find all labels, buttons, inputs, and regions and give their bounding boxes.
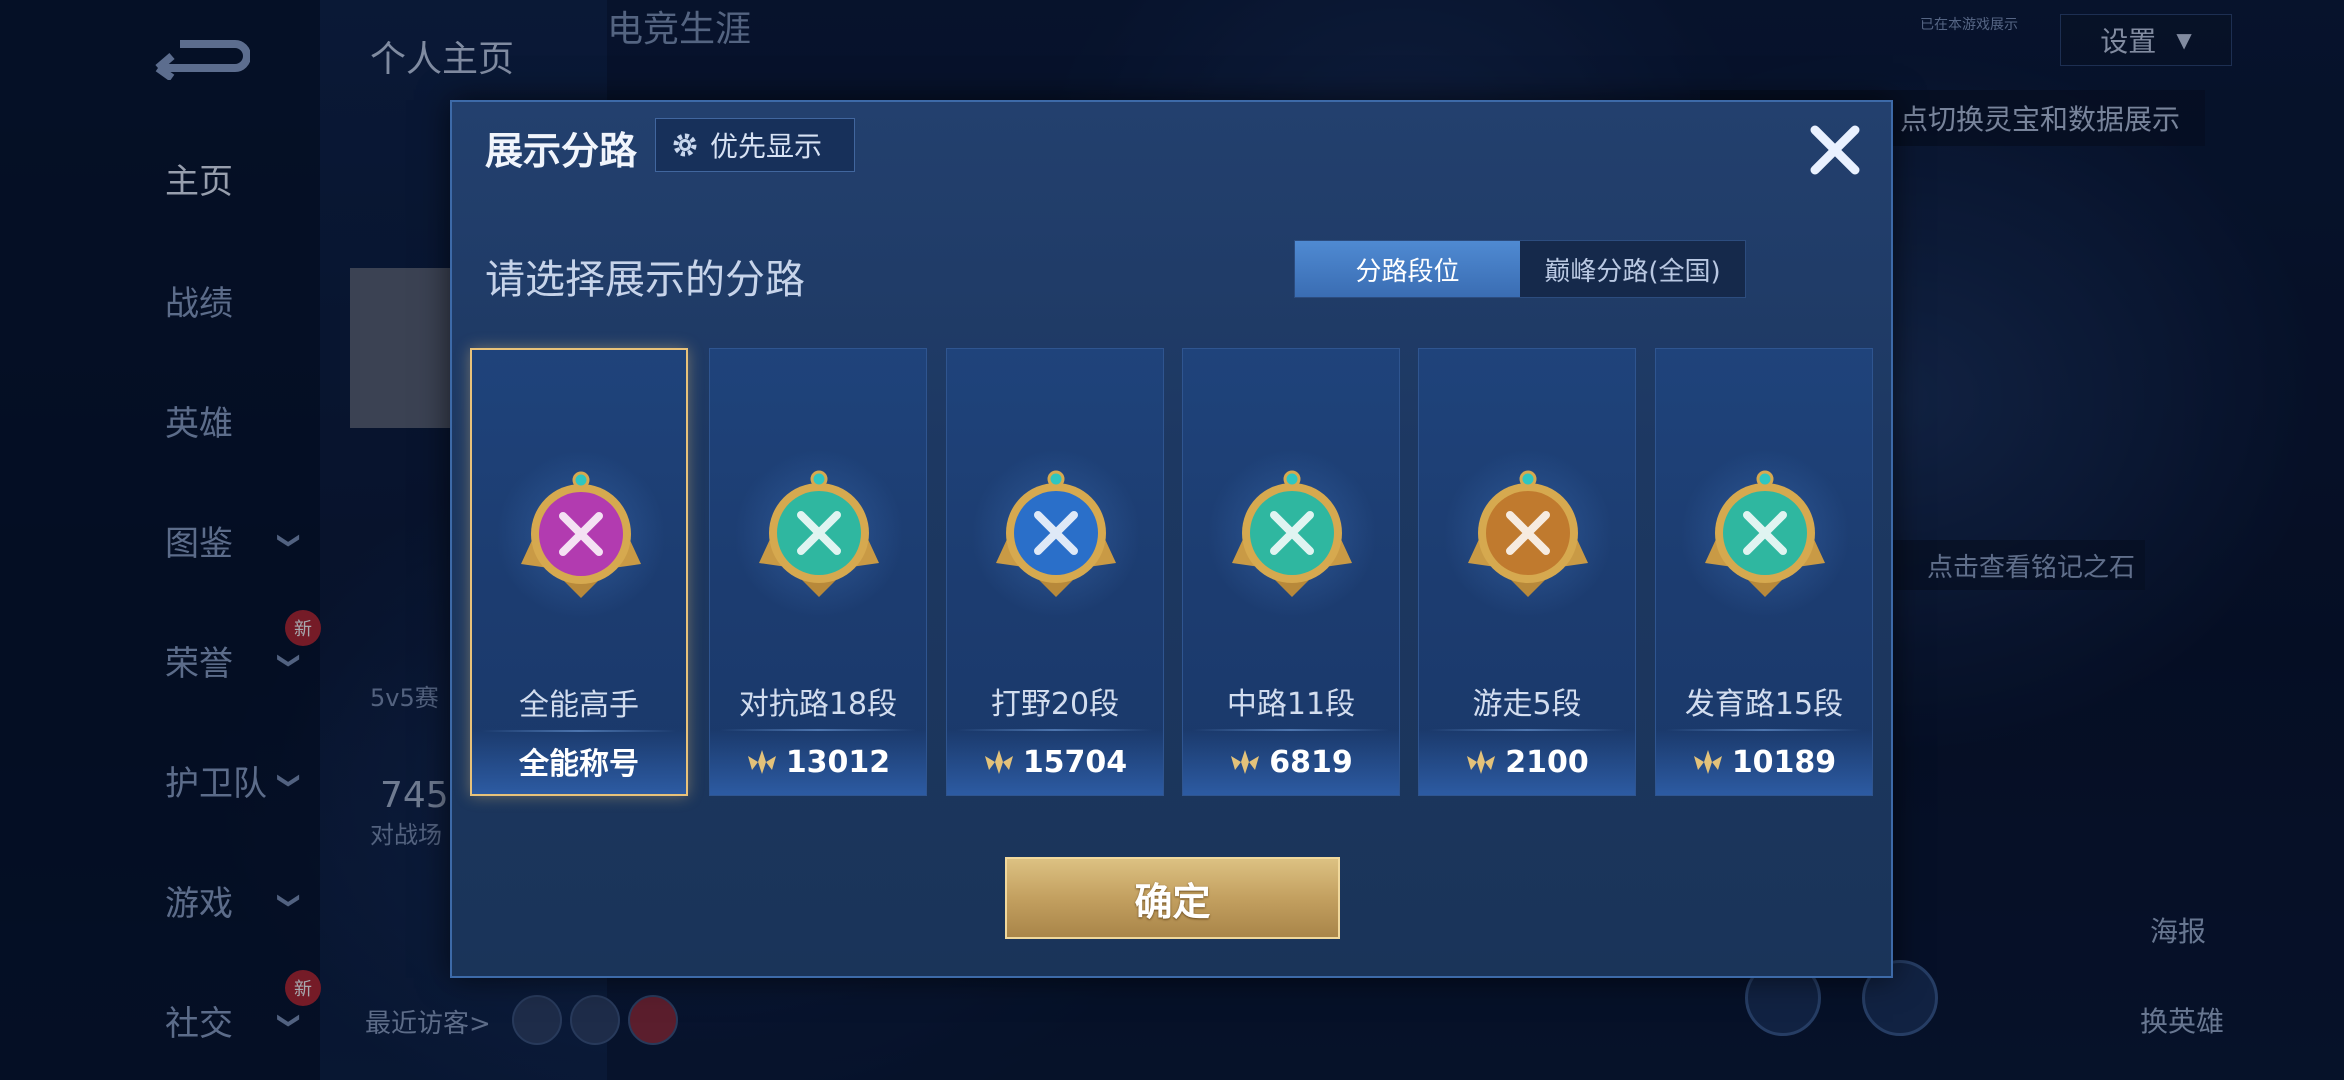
lane-points-value: 2100: [1505, 744, 1589, 780]
close-icon[interactable]: [1805, 120, 1865, 180]
lane-name: 对抗路18段: [738, 687, 898, 722]
tab-lane-rank[interactable]: 分路段位: [1295, 241, 1520, 297]
lane-points-icon: [1693, 750, 1722, 774]
lane-points-icon: [747, 750, 776, 774]
dialog-title: 展示分路: [485, 129, 638, 173]
lane-points-icon: [1231, 750, 1260, 774]
lane-foot: 15704: [947, 729, 1163, 795]
lane-name: 打野20段: [990, 687, 1120, 722]
lane-name: 全能高手: [519, 688, 639, 723]
lane-foot: 2100: [1419, 729, 1635, 795]
lane-emblem-icon: [1232, 470, 1352, 597]
priority-display-label: 优先显示: [710, 130, 823, 163]
lane-points-value: 6819: [1269, 744, 1353, 780]
lane-card[interactable]: 全能高手 全能称号: [470, 348, 688, 796]
lane-foot: 13012: [710, 729, 926, 795]
lane-points-icon: [1467, 750, 1496, 774]
ranking-mode-toggle: 分路段位 巅峰分路(全国): [1294, 240, 1746, 298]
lane-points-value: 13012: [785, 744, 891, 780]
lane-emblem-icon: [759, 470, 879, 597]
lane-card[interactable]: 打野20段 15704: [946, 348, 1164, 796]
lane-name: 发育路15段: [1684, 687, 1844, 722]
lane-foot: 全能称号: [472, 728, 686, 794]
lane-emblem-icon: [521, 471, 641, 598]
lane-foot: 10189: [1656, 729, 1872, 795]
lane-card[interactable]: 对抗路18段 13012: [709, 348, 927, 796]
dialog-subtitle: 请选择展示的分路: [485, 257, 805, 303]
tab-peak-lane[interactable]: 巅峰分路(全国): [1520, 241, 1745, 297]
lane-points-value: 10189: [1731, 744, 1837, 780]
lane-name: 游走5段: [1472, 687, 1582, 722]
priority-display-button[interactable]: 优先显示: [655, 118, 855, 172]
lane-emblem-icon: [996, 470, 1116, 597]
lane-card[interactable]: 中路11段 6819: [1182, 348, 1400, 796]
lane-name: 中路11段: [1226, 687, 1356, 722]
lane-card[interactable]: 游走5段 2100: [1418, 348, 1636, 796]
lane-points-icon: [984, 750, 1013, 774]
lane-display-dialog: 展示分路 优先显示 请选择展示的分路 分路段位 巅峰分路(全国) 全能高手全能称…: [450, 100, 1893, 978]
lane-emblem-icon: [1705, 470, 1825, 597]
gear-icon: [673, 133, 697, 157]
lane-card[interactable]: 发育路15段 10189: [1655, 348, 1873, 796]
lane-foot: 6819: [1183, 729, 1399, 795]
lane-points-value: 15704: [1022, 744, 1128, 780]
lane-emblem-icon: [1468, 470, 1588, 597]
confirm-button[interactable]: 确定: [1005, 857, 1340, 939]
title-label: 全能称号: [519, 747, 639, 782]
